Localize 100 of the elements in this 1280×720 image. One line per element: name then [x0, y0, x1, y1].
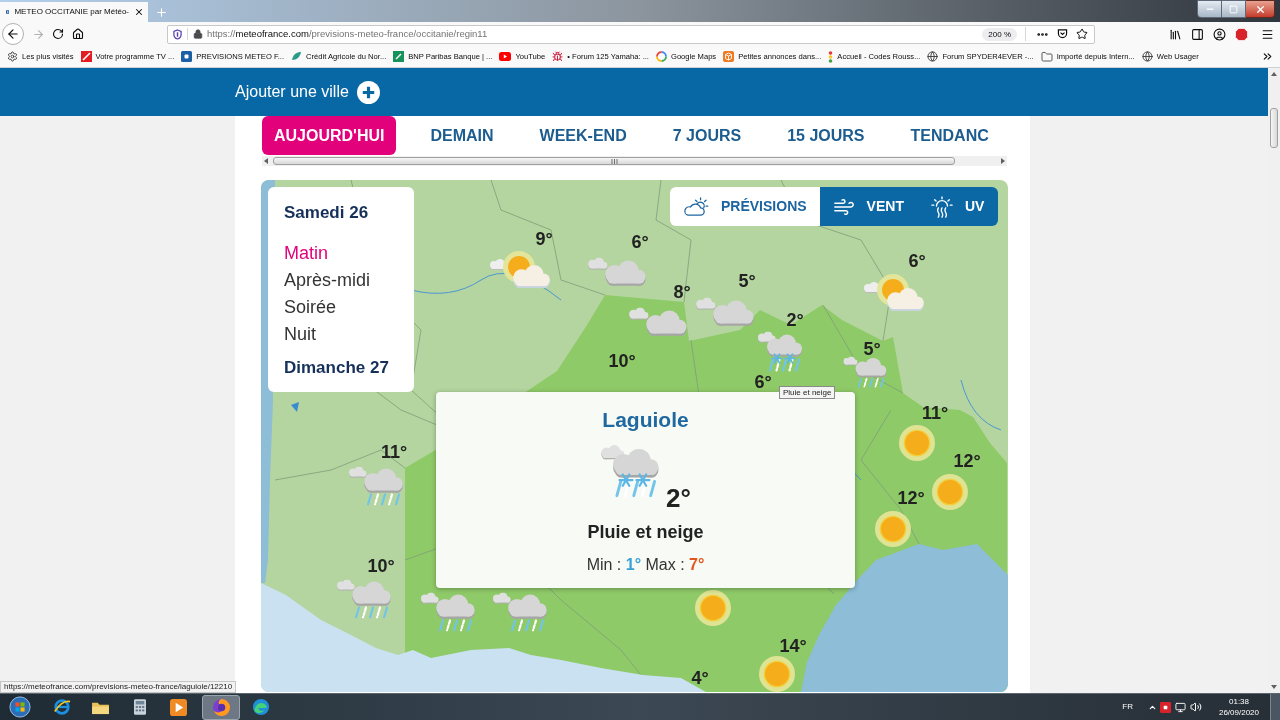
library-button[interactable]	[1168, 27, 1182, 41]
rain-cloud-icon	[493, 592, 547, 632]
add-city-button[interactable]: Ajouter une ville	[235, 80, 380, 104]
plus-icon	[154, 5, 168, 19]
snow-rain-cloud-icon	[757, 331, 803, 373]
scrollbar-thumb[interactable]	[273, 157, 955, 165]
plus-circle-icon	[356, 80, 380, 104]
scrollbar-thumb[interactable]	[1270, 108, 1278, 148]
sun-cloud-outline-icon	[683, 196, 709, 217]
temperature-label: 11°	[921, 404, 949, 422]
sun-icon	[695, 590, 731, 626]
browser-icon	[211, 697, 231, 717]
period-item[interactable]: Matin	[284, 240, 328, 267]
bug-icon	[552, 51, 564, 62]
bookmark-star-button[interactable]	[1074, 27, 1090, 41]
browser-icon	[53, 698, 71, 716]
temperature-label: 5°	[738, 272, 756, 290]
period-item[interactable]: Soirée	[284, 294, 337, 321]
menu-icon	[1260, 27, 1274, 41]
globe-icon	[1141, 51, 1153, 62]
horizontal-scrollbar[interactable]	[262, 156, 1007, 166]
maximize-button[interactable]	[1222, 0, 1246, 18]
rain-cloud-icon	[349, 466, 403, 506]
close-window-button[interactable]	[1246, 0, 1275, 18]
condition-text: Pluie et neige	[587, 521, 704, 543]
sun-icon	[899, 425, 935, 461]
temperature-label: 9°	[535, 230, 553, 248]
octagon-icon	[1234, 27, 1248, 41]
temperature-label: 2°	[786, 311, 804, 329]
address-bar[interactable]: https://meteofrance.com/previsions-meteo-france/occitanie/regin11 200 %	[167, 24, 1095, 44]
ring-icon	[656, 51, 667, 62]
tile-icon	[80, 51, 92, 62]
minimize-button[interactable]	[1197, 0, 1222, 18]
cloud-icon	[696, 297, 754, 327]
close-tab-button[interactable]	[134, 6, 144, 18]
library-icon	[1168, 27, 1182, 41]
layer-toggle[interactable]: VENT	[819, 187, 918, 226]
temperature-label: 6°	[631, 233, 649, 251]
sidebar-button[interactable]	[1190, 27, 1204, 41]
rain-cloud-icon	[421, 592, 475, 632]
back-button[interactable]	[2, 23, 24, 45]
layer-toggle[interactable]: PRÉVISIONS	[670, 187, 820, 226]
temperature-label: 14°	[779, 637, 807, 655]
shield-icon	[173, 28, 182, 40]
temperature-label: 8°	[673, 283, 691, 301]
leaf-icon	[291, 51, 303, 62]
globe-icon	[927, 51, 939, 62]
river-line	[960, 379, 1002, 431]
grip-icon	[610, 158, 618, 164]
forecast-tab[interactable]: 7 JOURS	[660, 116, 754, 155]
scroll-down-icon	[1271, 685, 1277, 689]
sun-icon	[932, 474, 968, 510]
snow-rain-cloud-icon	[600, 445, 660, 499]
clock-date: 26/09/2020	[1218, 707, 1259, 718]
forecast-tab[interactable]: 15 JOURS	[775, 116, 877, 155]
calculator-icon	[134, 699, 146, 715]
temperature-label: 10°	[608, 352, 636, 370]
network-icon	[1175, 701, 1186, 713]
period-item[interactable]: Après-midi	[284, 267, 371, 294]
lock-icon	[193, 29, 203, 39]
taskbar-app-button[interactable]	[202, 694, 240, 720]
close-icon	[134, 7, 144, 17]
rain-cloud-icon	[337, 579, 391, 619]
zoom-level-button[interactable]: 200 %	[982, 27, 1017, 41]
maximize-icon	[1229, 4, 1238, 14]
forecast-tab[interactable]: AUJOURD'HUI	[262, 116, 397, 155]
account-button[interactable]	[1212, 27, 1226, 41]
scroll-right-icon	[1001, 158, 1005, 164]
temperature-label: 4°	[691, 669, 709, 687]
extension-button[interactable]	[1234, 27, 1248, 41]
forecast-tab[interactable]: TENDANC	[898, 116, 1001, 155]
tile-icon	[393, 51, 405, 62]
temperature-label: 10°	[367, 557, 395, 575]
layer-toggle[interactable]: UV	[917, 187, 999, 226]
tile-icon	[6, 7, 10, 17]
traffic-light-icon	[828, 50, 834, 63]
period-item[interactable]: Nuit	[284, 321, 316, 348]
scroll-up-icon	[1271, 72, 1277, 76]
tile-icon	[181, 51, 193, 62]
arrow-left-icon	[6, 27, 20, 41]
status-url: https://meteofrance.com/previsions-meteo-france/laguiole/12210	[0, 681, 237, 693]
scroll-left-icon	[264, 158, 268, 164]
forecast-tab[interactable]: WEEK-END	[527, 116, 639, 155]
cloud-icon	[629, 307, 687, 337]
language-indicator[interactable]: FR	[1122, 701, 1133, 713]
star-icon	[1076, 28, 1088, 40]
forecast-tab[interactable]: DEMAIN	[418, 116, 506, 155]
vertical-scrollbar[interactable]	[1268, 68, 1280, 693]
browser-icon	[252, 698, 270, 716]
temperature-label: 12°	[897, 489, 925, 507]
menu-button[interactable]	[1260, 27, 1274, 41]
sun-heat-icon	[930, 195, 953, 218]
browser-tab[interactable]: METEO OCCITANIE par Météo-	[0, 2, 148, 22]
speaker-icon	[1190, 701, 1202, 713]
close-icon	[1254, 3, 1266, 15]
home-icon	[72, 28, 84, 40]
pocket-icon	[1056, 29, 1068, 39]
rain-cloud-icon	[843, 356, 887, 388]
sun-icon	[875, 511, 911, 547]
clock-time: 01:38	[1229, 696, 1249, 707]
